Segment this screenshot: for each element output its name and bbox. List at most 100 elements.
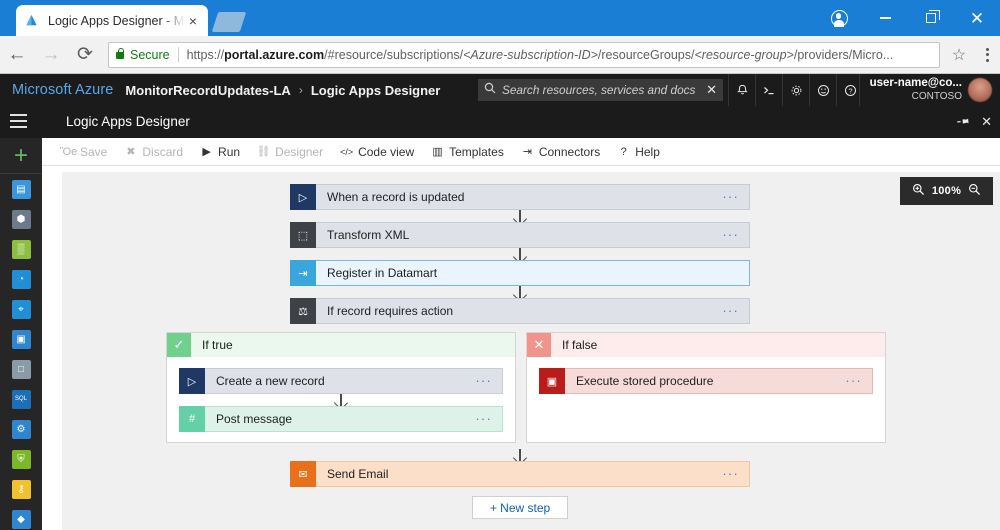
url-path-2: /resourceGroups/ [597, 47, 695, 62]
sidebar-item-recent-clock[interactable]: ◔ [0, 264, 42, 294]
connector-arrow-icon [290, 209, 750, 223]
close-button[interactable]: ✕ [954, 0, 1000, 36]
step-menu-icon[interactable]: ··· [475, 412, 492, 425]
step-menu-icon[interactable]: ··· [475, 374, 492, 387]
dynamics-create-record-icon: ▷ [179, 368, 205, 394]
feedback-smiley-icon[interactable] [809, 74, 836, 106]
toolbar-label: Code view [358, 144, 415, 159]
action-card[interactable]: ▣ Execute stored procedure ··· [539, 368, 873, 394]
user-account[interactable]: user-name@co... CONTOSO [858, 74, 992, 106]
reload-button[interactable]: ⟳ [68, 36, 102, 74]
step-card[interactable]: ▷ When a record is updated ··· [290, 184, 750, 210]
address-bar[interactable]: Secure https://portal.azure.com/#resourc… [108, 41, 940, 68]
step-card[interactable]: ⬚ Transform XML ··· [290, 222, 750, 248]
sidebar-item-subscriptions-cogs[interactable]: ⚙ [0, 414, 42, 444]
step-menu-icon[interactable]: ··· [722, 467, 739, 480]
step-label: Transform XML [327, 228, 410, 242]
step-label: Register in Datamart [327, 266, 438, 280]
bookmark-star-icon[interactable]: ☆ [944, 36, 974, 74]
forward-button: → [41, 43, 61, 65]
tab-close-icon[interactable]: × [185, 13, 201, 29]
cloud-shell-icon[interactable] [755, 74, 782, 106]
pin-icon[interactable] [954, 112, 973, 131]
dashboard-icon: ▤ [11, 179, 31, 199]
sidebar-item-all-resources[interactable]: ▒ [0, 234, 42, 264]
main-step-chain: ▷ When a record is updated ··· ⬚ Transform X… [290, 184, 750, 324]
sidebar-item-app-services[interactable]: ▣ [0, 324, 42, 354]
step-menu-icon[interactable]: ··· [722, 190, 739, 203]
slack-post-message-icon: # [179, 406, 205, 432]
save-button: Ὃe Save [60, 144, 108, 159]
search-input[interactable]: Search resources, services and docs ✕ [478, 79, 723, 101]
step-card-send-email[interactable]: ✉ Send Email ··· [290, 461, 750, 487]
action-card[interactable]: ▷ Create a new record ··· [179, 368, 503, 394]
create-resource-button[interactable]: + [0, 138, 42, 174]
search-clear-icon[interactable]: ✕ [706, 82, 717, 98]
step-menu-icon[interactable]: ··· [845, 374, 862, 387]
menu-hamburger-icon[interactable] [10, 114, 27, 128]
sidebar-item-dashboard[interactable]: ▤ [0, 174, 42, 204]
sidebar-item-sql-databases[interactable]: SQL [0, 384, 42, 414]
condition-branches: ✓ If true ▷ Create a new record ··· # Post mes… [166, 332, 1000, 443]
notifications-bell-icon[interactable] [728, 74, 755, 106]
breadcrumb-item-designer[interactable]: Logic Apps Designer [311, 83, 441, 98]
connector-arrow-icon [179, 393, 503, 407]
step-menu-icon[interactable]: ··· [722, 304, 739, 317]
sidebar-item-navigate-compass[interactable]: ⌖ [0, 294, 42, 324]
help-icon: ? [620, 145, 627, 158]
blade-actions: ✕ [957, 106, 992, 138]
branch-if-false: ✕ If false ▣ Execute stored procedure ··· [526, 332, 886, 443]
new-step-button[interactable]: + New step [472, 496, 568, 519]
workflow-graph: ▷ When a record is updated ··· ⬚ Transform X… [62, 184, 1000, 519]
minimize-button[interactable] [862, 0, 908, 36]
run-play-icon: ▶ [202, 146, 211, 158]
templates-button[interactable]: ▥ Templates [431, 145, 503, 159]
lock-icon [116, 48, 125, 59]
blade-close-icon[interactable]: ✕ [981, 114, 992, 130]
settings-gear-icon[interactable] [782, 74, 809, 106]
code-view-button[interactable]: </> Code view [340, 145, 414, 159]
step-label: Create a new record [216, 374, 325, 388]
connectors-button[interactable]: ⇥ Connectors [521, 145, 600, 159]
step-label: Execute stored procedure [576, 374, 714, 388]
cross-icon: ✕ [527, 333, 551, 357]
page-title: Logic Apps Designer [66, 114, 190, 129]
url-text: https://portal.azure.com/#resource/subsc… [187, 48, 932, 62]
kebab-menu-icon[interactable] [974, 36, 1000, 74]
canvas-surface[interactable]: 100% ▷ When a record is updated ··· ⬚ Transf… [62, 172, 1000, 530]
search-icon [484, 81, 497, 99]
help-button[interactable]: ? Help [617, 145, 660, 159]
window-controls: ✕ [816, 0, 1000, 36]
step-card[interactable]: ⚖ If record requires action ··· [290, 298, 750, 324]
maximize-button[interactable] [908, 0, 954, 36]
azure-brand[interactable]: Microsoft Azure [12, 82, 113, 98]
condition-icon: ⚖ [290, 298, 316, 324]
step-card[interactable]: ⇥ Register in Datamart [290, 260, 750, 286]
browser-tab[interactable]: Logic Apps Designer - M × [16, 5, 208, 36]
sidebar-item-virtual-machines[interactable]: □ [0, 354, 42, 384]
profile-icon[interactable] [816, 0, 862, 36]
breadcrumb-item-logic-app[interactable]: MonitorRecordUpdates-LA [125, 83, 290, 98]
logic-apps-icon: ◆ [11, 509, 31, 529]
discard-button: ✖ Discard [124, 145, 183, 159]
all-resources-icon: ▒ [11, 239, 31, 259]
sidebar-item-security-center[interactable]: ⛨ [0, 444, 42, 474]
key-vault-icon: ⚷ [11, 479, 31, 499]
action-card[interactable]: # Post message ··· [179, 406, 503, 432]
blade-header: Logic Apps Designer ✕ [0, 106, 1000, 138]
toolbar-label: Save [80, 144, 108, 159]
new-tab-button[interactable] [211, 12, 247, 32]
breadcrumb: MonitorRecordUpdates-LA › Logic Apps Des… [125, 83, 440, 98]
back-button[interactable]: ← [0, 36, 34, 74]
sidebar-item-resource-groups[interactable]: ⬢ [0, 204, 42, 234]
url-path-3: /providers/Micro... [793, 47, 894, 62]
url-path-1: /#resource/subscriptions/ [324, 47, 464, 62]
sidebar-item-key-vault[interactable]: ⚷ [0, 474, 42, 504]
sidebar-item-logic-apps[interactable]: ◆ [0, 504, 42, 530]
step-menu-icon[interactable]: ··· [722, 228, 739, 241]
tab-title: Logic Apps Designer - M [48, 13, 185, 28]
avatar[interactable] [968, 78, 992, 102]
connector-arrow-to-send-email-icon [290, 448, 750, 462]
toolbar-label: Discard [142, 144, 184, 159]
run-button[interactable]: ▶ Run [200, 145, 240, 159]
